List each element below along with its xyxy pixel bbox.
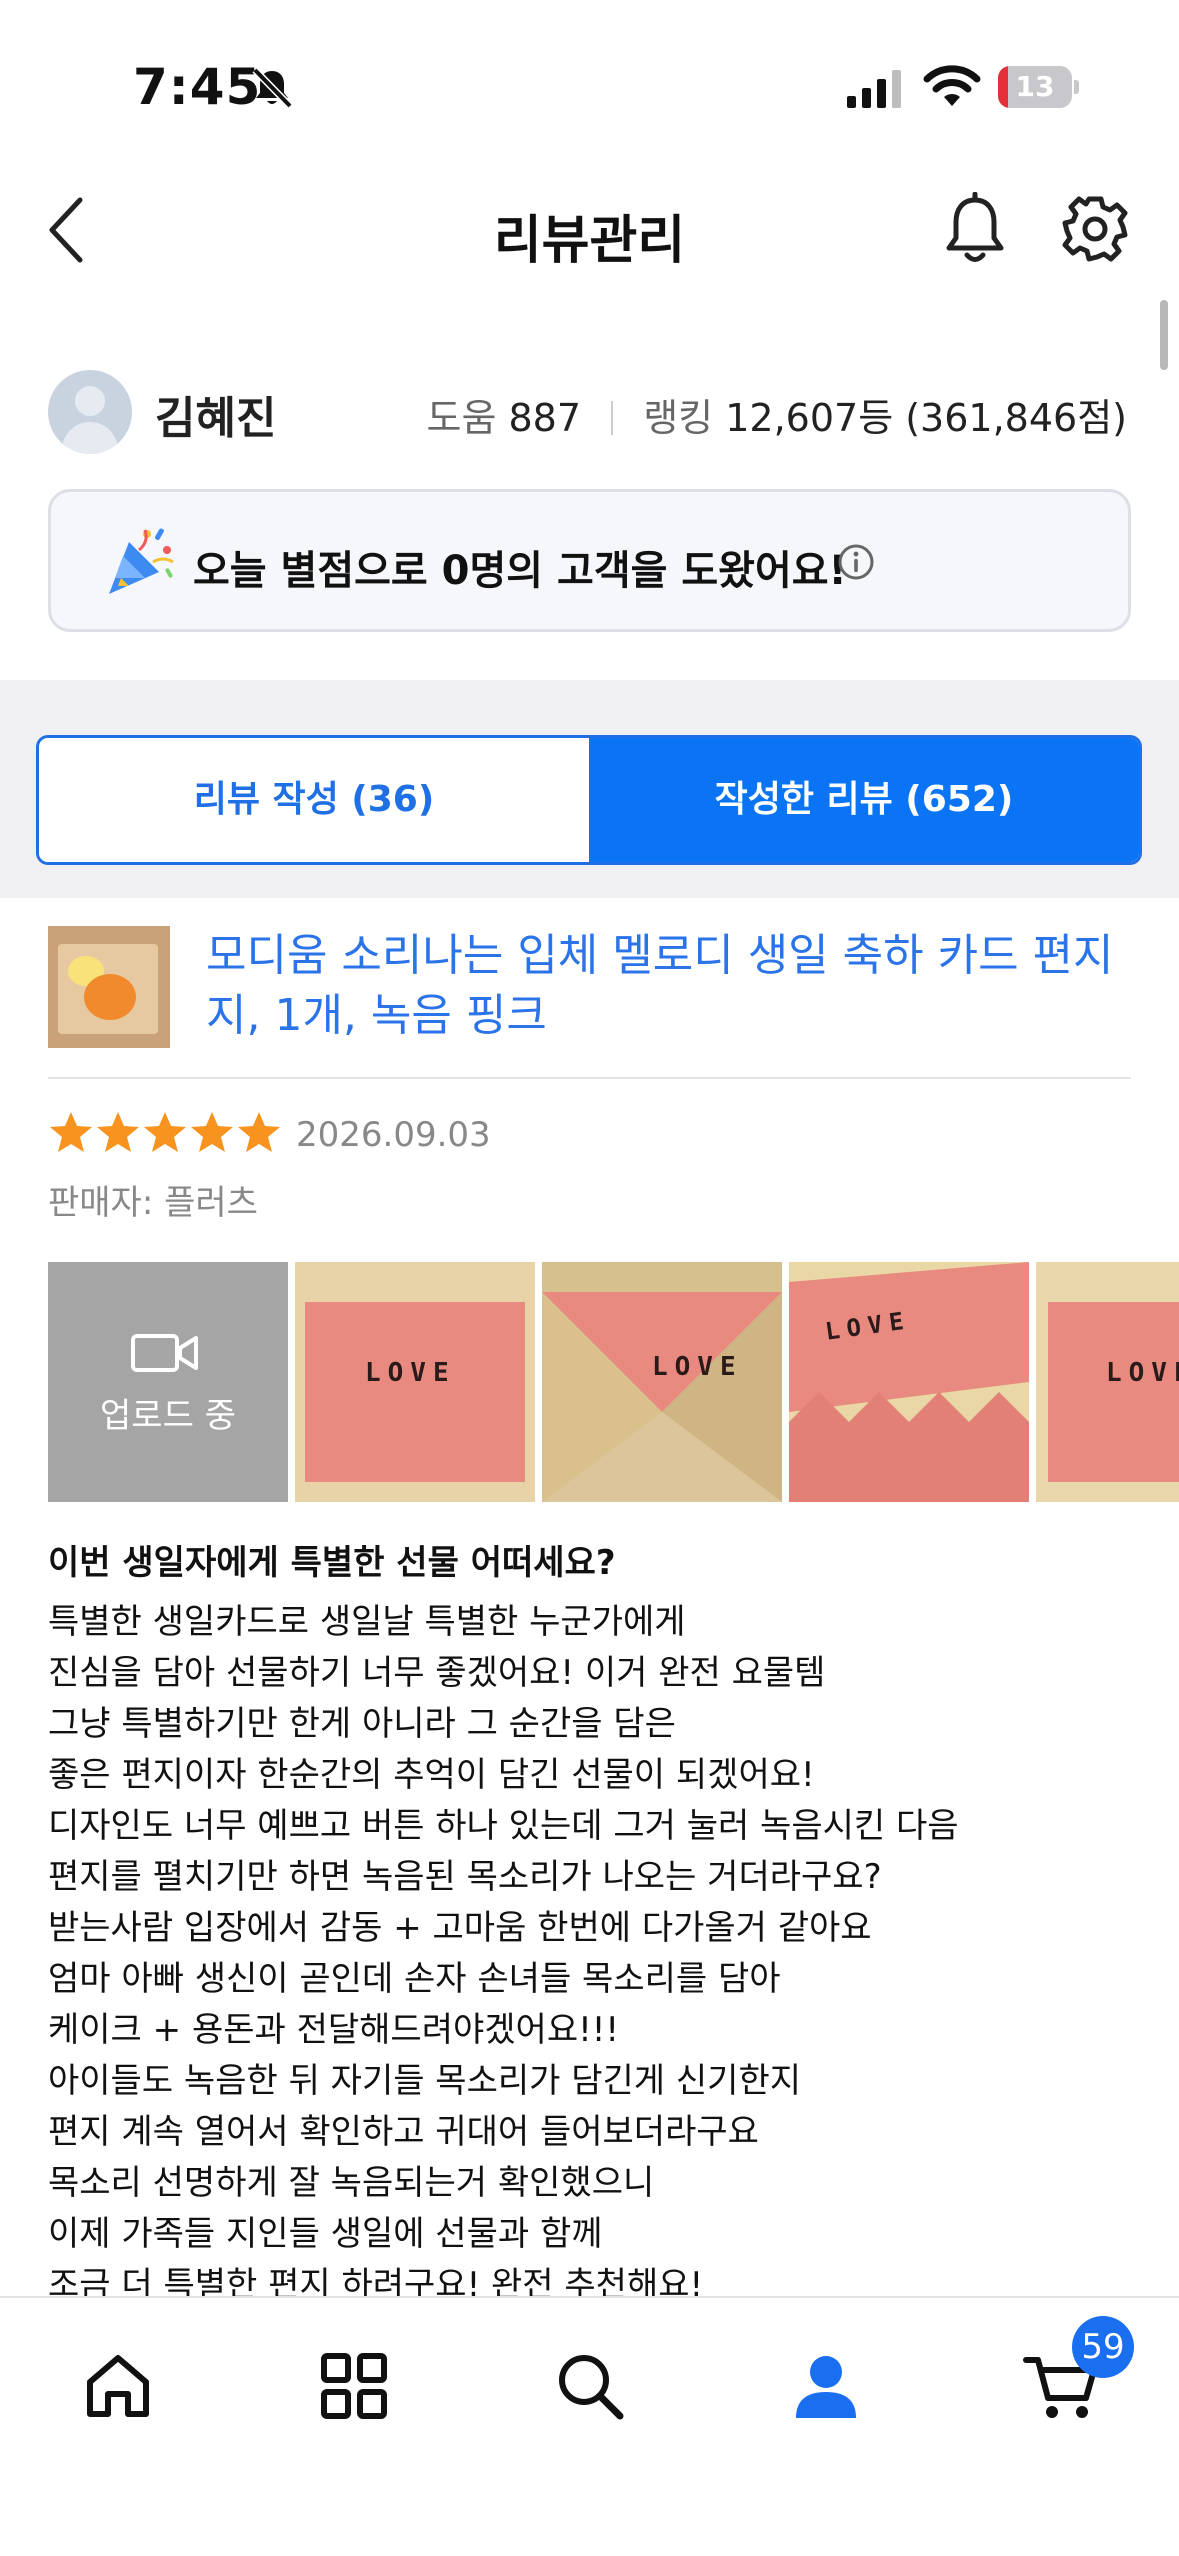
help-message-suffix: 의 고객을 도왔어요! bbox=[506, 548, 847, 594]
help-message-prefix: 오늘 별점으로 bbox=[193, 548, 442, 594]
info-icon[interactable] bbox=[836, 542, 876, 582]
review-line: 그냥 특별하기만 한게 아니라 그 순간을 담은 bbox=[48, 1704, 676, 1744]
help-count: 887 bbox=[508, 396, 582, 440]
help-banner: 오늘 별점으로 0명의 고객을 도왔어요! bbox=[48, 489, 1131, 632]
category-grid-icon[interactable] bbox=[314, 2346, 394, 2426]
help-label: 도움 bbox=[426, 396, 497, 440]
status-time: 7:45 bbox=[133, 58, 262, 116]
search-icon[interactable] bbox=[550, 2346, 630, 2426]
review-line: 편지 계속 열어서 확인하고 귀대어 들어보더라구요 bbox=[48, 2112, 759, 2152]
review-line: 편지를 펼치기만 하면 녹음된 목소리가 나오는 거더라구요? bbox=[48, 1857, 882, 1897]
profile-summary: 김혜진 도움 887 랭킹 12,607등 (361,846점) bbox=[0, 360, 1179, 460]
party-popper-icon bbox=[109, 528, 174, 594]
bell-off-icon bbox=[252, 67, 293, 109]
settings-gear-icon[interactable] bbox=[1060, 194, 1130, 264]
review-line: 특별한 생일카드로 생일날 특별한 누군가에게 bbox=[48, 1602, 686, 1642]
review-photo[interactable]: LOVE bbox=[295, 1262, 535, 1502]
review-line: 진심을 담아 선물하기 너무 좋겠어요! 이거 완전 요물템 bbox=[48, 1653, 826, 1693]
star-icon bbox=[191, 1112, 233, 1152]
rank-value: 12,607등 (361,846점) bbox=[725, 396, 1127, 440]
photo-love-text: LOVE bbox=[652, 1352, 743, 1382]
star-icon bbox=[144, 1112, 186, 1152]
help-message-count: 0명 bbox=[441, 548, 507, 594]
tab-written-reviews[interactable]: 작성한 리뷰 (652) bbox=[589, 738, 1139, 862]
battery-percent: 13 bbox=[1015, 70, 1055, 103]
rank-label: 랭킹 bbox=[643, 396, 714, 440]
divider bbox=[48, 1077, 1131, 1079]
review-photo[interactable]: LOVE bbox=[789, 1262, 1029, 1502]
header: 리뷰관리 bbox=[0, 170, 1179, 290]
review-line: 케이크 + 용돈과 전달해드려야겠어요!!! bbox=[48, 2010, 619, 2050]
notification-bell-icon[interactable] bbox=[940, 192, 1010, 268]
review-line: 아이들도 녹음한 뒤 자기들 목소리가 담긴게 신기한지 bbox=[48, 2061, 802, 2101]
cart-count-badge: 59 bbox=[1072, 2316, 1134, 2378]
review-line: 디자인도 너무 예쁘고 버튼 하나 있는데 그거 눌러 녹음시킨 다음 bbox=[48, 1806, 959, 1846]
review-heading: 이번 생일자에게 특별한 선물 어떠세요? bbox=[48, 1543, 616, 1583]
photo-love-text: LOVE bbox=[1106, 1358, 1179, 1388]
review-photos: 업로드 중 LOVE LOVE LOVE LOVE bbox=[48, 1262, 1179, 1502]
video-camera-icon bbox=[131, 1334, 198, 1372]
tab-write-review[interactable]: 리뷰 작성 (36) bbox=[39, 738, 589, 862]
review-line: 이제 가족들 지인들 생일에 선물과 함께 bbox=[48, 2214, 603, 2254]
review-photo[interactable]: LOVE bbox=[1036, 1262, 1179, 1502]
signal-icon bbox=[847, 70, 901, 108]
status-bar: 7:45 13 bbox=[0, 0, 1179, 150]
video-upload-tile[interactable]: 업로드 중 bbox=[48, 1262, 288, 1502]
home-icon[interactable] bbox=[78, 2346, 158, 2426]
avatar[interactable] bbox=[48, 370, 132, 454]
product-title-link[interactable]: 모디움 소리나는 입체 멜로디 생일 축하 카드 편지지, 1개, 녹음 핑크 bbox=[206, 926, 1126, 1046]
star-rating bbox=[48, 1110, 283, 1160]
product-thumbnail[interactable] bbox=[48, 926, 170, 1048]
help-message: 오늘 별점으로 0명의 고객을 도왔어요! bbox=[193, 538, 847, 596]
user-stats: 도움 887 랭킹 12,607등 (361,846점) bbox=[426, 387, 1127, 442]
upload-status: 업로드 중 bbox=[100, 1396, 236, 1436]
star-icon bbox=[97, 1112, 139, 1152]
seller-name: 판매자: 플러츠 bbox=[48, 1183, 258, 1223]
battery-indicator: 13 bbox=[998, 66, 1079, 108]
review-line: 좋은 편지이자 한순간의 추억이 담긴 선물이 되겠어요! bbox=[48, 1755, 815, 1795]
photo-love-text: LOVE bbox=[365, 1358, 456, 1388]
bottom-navigation bbox=[0, 2296, 1179, 2556]
wifi-icon bbox=[923, 65, 981, 106]
review-line: 목소리 선명하게 잘 녹음되는거 확인했으니 bbox=[48, 2163, 655, 2203]
star-icon bbox=[238, 1112, 280, 1152]
review-tabs: 리뷰 작성 (36) 작성한 리뷰 (652) bbox=[36, 735, 1142, 865]
review-date: 2026.09.03 bbox=[296, 1115, 491, 1155]
review-line: 엄마 아빠 생신이 곧인데 손자 손녀들 목소리를 담아 bbox=[48, 1959, 781, 1999]
review-line: 받는사람 입장에서 감동 + 고마움 한번에 다가올거 같아요 bbox=[48, 1908, 872, 1948]
my-account-icon[interactable] bbox=[786, 2346, 866, 2426]
review-photo[interactable]: LOVE bbox=[542, 1262, 782, 1502]
stats-divider bbox=[611, 401, 614, 435]
star-icon bbox=[50, 1112, 92, 1152]
review-body: 특별한 생일카드로 생일날 특별한 누군가에게진심을 담아 선물하기 너무 좋겠… bbox=[48, 1597, 1148, 2311]
user-name: 김혜진 bbox=[155, 393, 277, 444]
